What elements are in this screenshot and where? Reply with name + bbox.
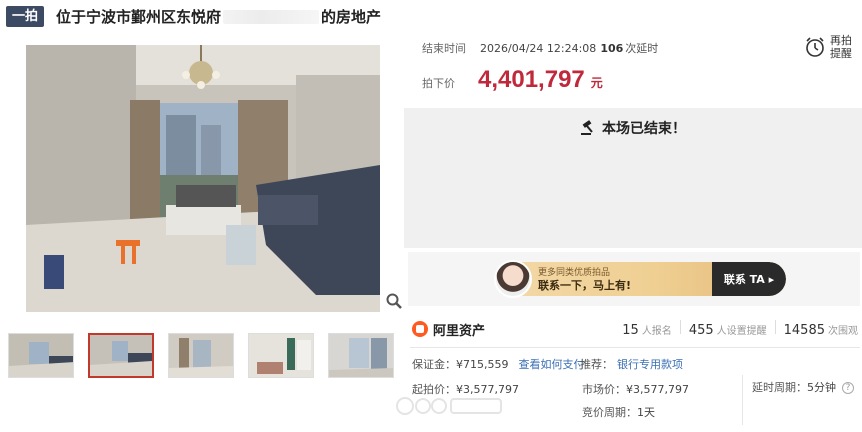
auction-round-badge: 一拍 [6,5,45,27]
reminder-count: 455 [688,323,714,338]
thumbnail-4[interactable] [248,333,314,378]
bid-period-label: 竞价周期： [582,406,637,419]
auction-ended-message: 本场已结束！ [404,118,862,138]
deposit-label: 保证金： [412,358,456,371]
deposit-value: ¥715,559 [456,358,509,371]
delay-period-info: 延时周期：5分钟? [752,379,854,395]
market-price-label: 市场价： [582,383,626,396]
ali-assets-logo[interactable]: 阿里资产 [412,320,485,339]
bid-period-value: 1天 [637,406,655,419]
delay-count-label: 次延时 [625,42,659,55]
final-price-unit: 元 [590,76,603,90]
question-mark-icon[interactable]: ? [842,382,854,394]
final-price-row: 拍下价 4,401,797 元 [422,66,603,94]
delay-period-value: 5分钟 [807,381,836,394]
bank-payment-link[interactable]: 银行专用款项 [617,358,683,371]
view-label: 次围观 [828,326,858,337]
stats-divider [679,320,681,334]
thumbnail-strip [8,333,408,378]
column-divider [742,375,743,425]
redacted-text [223,10,320,24]
reminder-label: 人设置提醒 [716,326,767,337]
auction-status-panel: 本场已结束！ [404,108,862,248]
page-title: 位于宁波市鄞州区东悦府 的房地产 [56,6,381,27]
end-time-label: 结束时间 [422,42,466,55]
thumbnail-5[interactable] [328,333,394,378]
remind-label-line1: 再拍 [830,34,852,47]
remind-again-button[interactable]: 再拍 提醒 [804,34,852,60]
end-time-row: 结束时间 2026/04/24 12:24:08 106 次延时 [422,40,658,56]
promo-headline: 联系一下，马上有! [538,279,632,292]
signup-label: 人报名 [641,326,672,337]
how-to-pay-link[interactable]: 查看如何支付 [519,358,585,371]
remind-label-line2: 提醒 [830,47,852,60]
ali-assets-brand: 阿里资产 [433,323,486,339]
title-row: 一拍 位于宁波市鄞州区东悦府 的房地产 [6,5,381,27]
page-title-suffix: 的房地产 [321,7,382,26]
start-price-label: 起拍价： [412,383,456,396]
final-price-label: 拍下价 [422,77,455,90]
zoom-icon[interactable] [385,292,403,310]
deposit-info: 保证金：¥715,559 查看如何支付 [412,356,585,372]
signup-count: 15 [622,323,639,338]
start-price-info: 起拍价：¥3,577,797 [412,381,519,397]
auction-status-text: 本场已结束！ [602,121,686,137]
thumbnail-2-selected[interactable] [88,333,154,378]
delay-count: 106 [600,41,624,55]
contact-promo-banner[interactable]: 联系 TA ▸ 更多同类优质拍品 联系一下，马上有! [408,252,860,306]
thumbnail-1[interactable] [8,333,74,378]
ali-assets-logo-icon [412,321,428,337]
gavel-icon [581,120,593,135]
contact-ta-button[interactable]: 联系 TA ▸ [712,262,786,296]
main-property-photo[interactable] [26,45,380,312]
view-count: 14585 [783,323,825,338]
divider [410,347,860,348]
thumbnail-3[interactable] [168,333,234,378]
agent-avatar [494,260,532,298]
recommend-label: 推荐： [580,358,613,371]
alarm-clock-icon [806,37,824,57]
recommend-info: 推荐： 银行专用款项 [580,356,683,372]
market-price-info: 市场价：¥3,577,797 [582,381,689,397]
final-price-value: 4,401,797 [478,66,585,93]
delay-period-label: 延时周期： [752,381,807,394]
start-price-value: ¥3,577,797 [456,383,519,396]
page-title-prefix: 位于宁波市鄞州区东悦府 [56,7,222,26]
stats-divider [774,320,776,334]
watermark [396,397,502,415]
stats-row: 阿里资产 15 人报名 455 人设置提醒 14585 次围观 [412,318,858,340]
bid-period-info: 竞价周期：1天 [582,404,655,420]
end-time-value: 2026/04/24 12:24:08 [480,41,597,55]
market-price-value: ¥3,577,797 [626,383,689,396]
